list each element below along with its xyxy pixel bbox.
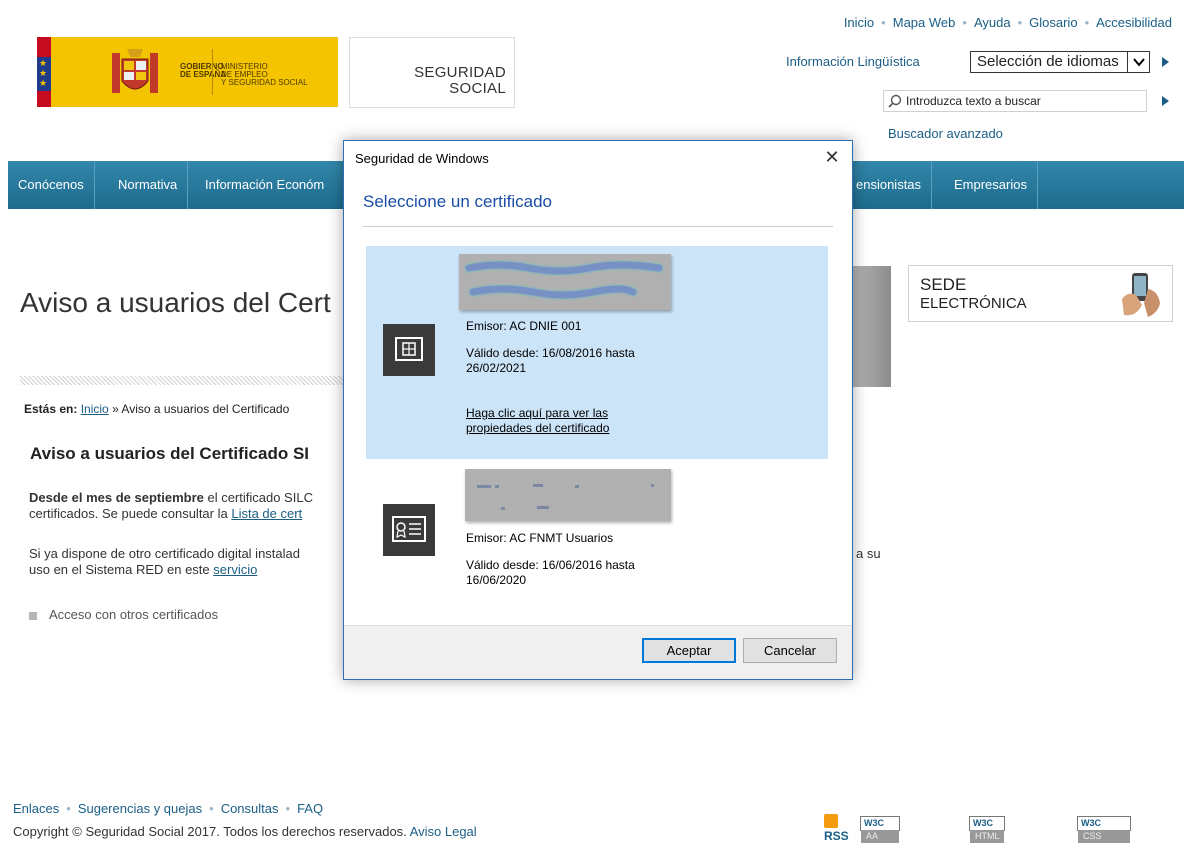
link-servicio[interactable]: servicio xyxy=(213,562,257,577)
certificate-dialog: Seguridad de Windows ✕ Seleccione un cer… xyxy=(343,140,853,680)
dialog-title: Seguridad de Windows xyxy=(355,151,489,166)
rss-icon xyxy=(824,814,838,828)
cancel-button[interactable]: Cancelar xyxy=(743,638,837,663)
certificate-icon xyxy=(383,504,435,556)
cert-issuer: Emisor: AC DNIE 001 xyxy=(466,319,582,333)
link-mapa-web[interactable]: Mapa Web xyxy=(893,15,956,30)
breadcrumb-link-inicio[interactable]: Inicio xyxy=(81,402,109,416)
language-go-arrow-icon[interactable] xyxy=(1160,55,1170,69)
search-icon xyxy=(888,94,902,108)
link-ayuda[interactable]: Ayuda xyxy=(974,15,1011,30)
redacted-subject xyxy=(465,469,671,521)
link-aviso-legal[interactable]: Aviso Legal xyxy=(410,824,477,839)
divider xyxy=(363,226,833,227)
certificate-item-2[interactable]: Emisor: AC FNMT Usuarios Válido desde: 1… xyxy=(366,464,828,604)
gobierno-text: GOBIERNO DE ESPAÑA xyxy=(180,62,227,79)
page-title: Aviso a usuarios del Cert xyxy=(20,287,331,318)
nav-item-empresarios[interactable]: Empresarios xyxy=(944,161,1038,209)
bullet-icon xyxy=(29,611,37,620)
certificate-item-1[interactable]: Emisor: AC DNIE 001 Válido desde: 16/08/… xyxy=(366,246,828,459)
link-buscador-avanzado[interactable]: Buscador avanzado xyxy=(888,126,1003,141)
gobierno-logo[interactable]: ★ ★ ★ GOBIERNO DE ESPAÑA MINISTERIO DE EMPLE… xyxy=(37,37,338,107)
language-select[interactable]: Selección de idiomas xyxy=(970,51,1150,73)
rss-link[interactable]: RSS xyxy=(824,814,849,843)
smartcard-icon xyxy=(383,324,435,376)
list-item[interactable]: Acceso con otros certificados xyxy=(29,607,218,622)
chevron-down-icon xyxy=(1127,52,1149,72)
dialog-heading: Seleccione un certificado xyxy=(363,192,553,211)
paragraph-1: Desde el mes de septiembre el certificad… xyxy=(29,490,313,521)
cert-issuer: Emisor: AC FNMT Usuarios xyxy=(466,531,614,545)
css-badge[interactable]: W3CCSS xyxy=(1077,816,1131,843)
link-inicio[interactable]: Inicio xyxy=(844,15,874,30)
link-lista-certificados[interactable]: Lista de cert xyxy=(231,506,302,521)
sede-electronica-banner[interactable]: SEDE ELECTRÓNICA xyxy=(908,265,1173,322)
seguridad-social-logo[interactable]: SEGURIDAD SOCIAL xyxy=(349,37,515,108)
section-title: Aviso a usuarios del Certificado SI xyxy=(30,444,310,463)
paragraph-2: Si ya dispone de otro certificado digita… xyxy=(29,546,300,577)
link-accesibilidad[interactable]: Accesibilidad xyxy=(1096,15,1172,30)
cert-validity: Válido desde: 16/06/2016 hasta 16/06/2020 xyxy=(466,558,635,587)
hand-phone-icon xyxy=(1122,273,1160,317)
banner-image xyxy=(848,266,891,387)
coat-of-arms-icon xyxy=(112,49,158,93)
eu-stars-icon: ★ ★ ★ xyxy=(39,58,48,88)
search-go-arrow-icon[interactable] xyxy=(1160,94,1170,108)
breadcrumb: Estás en: Inicio » Aviso a usuarios del … xyxy=(24,402,290,416)
nav-item-pensionistas[interactable]: ensionistas xyxy=(846,161,933,209)
redacted-subject xyxy=(459,254,671,310)
wcag-badge[interactable]: W3CAA WCAG xyxy=(860,816,900,845)
footer-link-consultas[interactable]: Consultas xyxy=(221,801,279,816)
nav-item-conocenos[interactable]: Conócenos xyxy=(8,161,95,209)
paragraph-2-tail: a su xyxy=(856,546,881,561)
link-informacion-linguistica[interactable]: Información Lingüística xyxy=(786,54,920,69)
close-icon[interactable]: ✕ xyxy=(822,147,842,167)
cert-validity: Válido desde: 16/08/2016 hasta 26/02/2021 xyxy=(466,346,635,375)
nav-item-normativa[interactable]: Normativa xyxy=(108,161,189,209)
top-links: Inicio • Mapa Web • Ayuda • Glosario • Accesibil… xyxy=(843,15,1172,30)
dialog-footer: Aceptar Cancelar xyxy=(344,625,852,679)
html-badge[interactable]: W3CHTML 4.0 xyxy=(969,816,1006,845)
footer-link-enlaces[interactable]: Enlaces xyxy=(13,801,59,816)
divider xyxy=(20,376,350,385)
copyright: Copyright © Seguridad Social 2017. Todos… xyxy=(13,824,477,839)
link-glosario[interactable]: Glosario xyxy=(1029,15,1077,30)
cert-properties-link[interactable]: Haga clic aquí para ver las propiedades d… xyxy=(466,406,609,436)
footer-link-sugerencias[interactable]: Sugerencias y quejas xyxy=(78,801,202,816)
ministerio-text: MINISTERIO DE EMPLEO Y SEGURIDAD SOCIAL xyxy=(221,62,308,87)
search-input[interactable]: Introduzca texto a buscar xyxy=(883,90,1147,112)
accept-button[interactable]: Aceptar xyxy=(642,638,736,663)
nav-item-informacion-economica[interactable]: Información Económ xyxy=(195,161,334,209)
footer-links: Enlaces • Sugerencias y quejas • Consultas • F… xyxy=(13,801,324,816)
footer-link-faq[interactable]: FAQ xyxy=(297,801,323,816)
